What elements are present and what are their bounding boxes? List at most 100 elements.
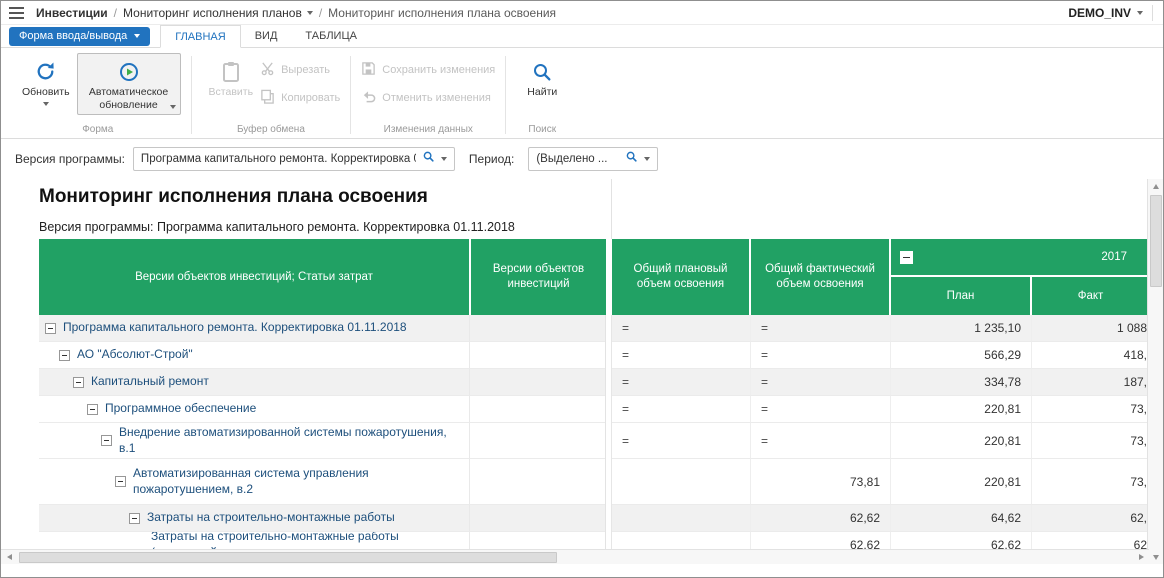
cell-version[interactable] <box>470 505 605 532</box>
row-label[interactable]: Автоматизированная система управления по… <box>133 466 461 497</box>
cell-fact-2017[interactable]: 418, <box>1032 342 1149 369</box>
ribbon-group-clipboard: Вставить Вырезать Копировать Буфер обмен… <box>192 50 351 138</box>
program-version-label: Версия программы: <box>15 152 125 166</box>
row-label[interactable]: Капитальный ремонт <box>91 374 209 390</box>
row-label[interactable]: АО "Абсолют-Строй" <box>77 347 193 363</box>
copy-button[interactable]: Копировать <box>260 89 340 107</box>
cell-fact-total[interactable]: 62,62 <box>751 532 891 549</box>
cell-fact-2017[interactable]: 187, <box>1032 369 1149 396</box>
tab-table[interactable]: ТАБЛИЦА <box>291 25 371 47</box>
row-label[interactable]: Внедрение автоматизированной системы пож… <box>119 425 461 456</box>
undo-changes-button[interactable]: Отменить изменения <box>361 89 495 107</box>
breadcrumb-item-investments[interactable]: Инвестиции <box>36 6 108 20</box>
row-label[interactable]: Затраты на строительно-монтажные работы … <box>151 532 461 549</box>
cut-button[interactable]: Вырезать <box>260 61 340 79</box>
pane-splitter[interactable] <box>611 179 612 239</box>
search-icon[interactable] <box>422 150 435 168</box>
cell-version[interactable] <box>470 342 605 369</box>
ribbon-group-search: Найти Поиск <box>506 50 578 138</box>
auto-refresh-icon <box>117 58 141 85</box>
horizontal-scrollbar[interactable] <box>1 549 1149 564</box>
cell-fact-total[interactable]: = <box>751 423 891 459</box>
auto-refresh-button[interactable]: Автоматическое обновление <box>77 53 181 115</box>
row-label[interactable]: Программа капитального ремонта. Корректи… <box>63 320 407 336</box>
refresh-button[interactable]: Обновить <box>15 53 77 109</box>
cell-fact-2017[interactable]: 73, <box>1032 459 1149 505</box>
tab-view[interactable]: ВИД <box>241 25 292 47</box>
save-changes-button[interactable]: Сохранить изменения <box>361 61 495 79</box>
cell-plan-total[interactable] <box>612 505 751 532</box>
period-combobox[interactable]: (Выделено ... <box>528 147 658 171</box>
cell-version[interactable] <box>470 396 605 423</box>
cell-plan-total[interactable]: = <box>612 396 751 423</box>
collapse-year-icon[interactable] <box>900 251 913 264</box>
cell-fact-total[interactable]: 62,62 <box>751 505 891 532</box>
cell-fact-total[interactable]: = <box>751 396 891 423</box>
cell-plan-2017[interactable]: 1 235,10 <box>891 315 1032 342</box>
cell-version[interactable] <box>470 369 605 396</box>
cell-plan-total[interactable] <box>612 532 751 549</box>
table-row: Затраты на строительно-монтажные работы … <box>39 505 1149 532</box>
report-area: Мониторинг исполнения плана освоения Вер… <box>1 179 1149 549</box>
row-expander-icon[interactable] <box>115 476 126 487</box>
cell-plan-2017[interactable]: 62,62 <box>891 532 1032 549</box>
hamburger-icon[interactable] <box>9 7 24 19</box>
row-expander-icon[interactable] <box>129 513 140 524</box>
row-label[interactable]: Программное обеспечение <box>105 401 256 417</box>
cell-fact-2017[interactable]: 73, <box>1032 396 1149 423</box>
cell-plan-2017[interactable]: 566,29 <box>891 342 1032 369</box>
cell-fact-total[interactable]: = <box>751 369 891 396</box>
row-expander-icon[interactable] <box>87 404 98 415</box>
cell-plan-2017[interactable]: 334,78 <box>891 369 1032 396</box>
chevron-down-icon[interactable] <box>644 157 650 161</box>
cell-plan-total[interactable]: = <box>612 342 751 369</box>
cell-plan-total[interactable]: = <box>612 369 751 396</box>
cell-fact-2017[interactable]: 62 <box>1032 532 1149 549</box>
tab-main[interactable]: ГЛАВНАЯ <box>160 25 240 48</box>
cell-plan-2017[interactable]: 220,81 <box>891 459 1032 505</box>
paste-button[interactable]: Вставить <box>202 53 261 102</box>
horizontal-scroll-thumb[interactable] <box>19 552 557 563</box>
io-form-button[interactable]: Форма ввода/вывода <box>9 27 150 46</box>
cell-fact-total[interactable]: = <box>751 315 891 342</box>
program-version-combobox[interactable]: Программа капитального ремонта. Корректи… <box>133 147 455 171</box>
cell-version[interactable] <box>470 532 605 549</box>
find-button[interactable]: Найти <box>516 53 568 102</box>
row-expander-icon[interactable] <box>45 323 56 334</box>
search-icon[interactable] <box>625 150 638 168</box>
scroll-left-icon[interactable] <box>1 550 17 564</box>
cell-plan-total[interactable] <box>612 459 751 505</box>
cell-plan-2017[interactable]: 64,62 <box>891 505 1032 532</box>
cell-fact-2017[interactable]: 62, <box>1032 505 1149 532</box>
user-menu[interactable]: DEMO_INV <box>1068 6 1143 20</box>
cell-fact-total[interactable]: 73,81 <box>751 459 891 505</box>
row-expander-icon[interactable] <box>73 377 84 388</box>
chevron-down-icon[interactable] <box>441 157 447 161</box>
chevron-down-icon <box>1137 11 1143 15</box>
cell-version[interactable] <box>470 423 605 459</box>
clipboard-icon <box>220 58 242 85</box>
cell-plan-total[interactable]: = <box>612 315 751 342</box>
cell-plan-2017[interactable]: 220,81 <box>891 423 1032 459</box>
cell-version[interactable] <box>470 315 605 342</box>
cell-version[interactable] <box>470 459 605 505</box>
row-expander-icon[interactable] <box>101 435 112 446</box>
row-label[interactable]: Затраты на строительно-монтажные работы <box>147 510 395 526</box>
breadcrumb-item-monitoring-plans[interactable]: Мониторинг исполнения планов <box>123 6 302 20</box>
topbar-divider <box>1152 5 1153 21</box>
cell-plan-total[interactable]: = <box>612 423 751 459</box>
scroll-right-icon[interactable] <box>1133 550 1149 564</box>
vertical-scroll-thumb[interactable] <box>1150 195 1162 287</box>
scroll-down-icon[interactable] <box>1148 550 1164 564</box>
cell-fact-2017[interactable]: 1 088 <box>1032 315 1149 342</box>
cut-button-label: Вырезать <box>281 64 330 76</box>
chevron-down-icon[interactable] <box>307 11 313 15</box>
vertical-scrollbar[interactable] <box>1147 179 1163 564</box>
ribbon-group-label-clipboard: Буфер обмена <box>192 124 351 135</box>
scroll-up-icon[interactable] <box>1148 179 1164 193</box>
row-expander-icon[interactable] <box>59 350 70 361</box>
cell-fact-2017[interactable]: 73, <box>1032 423 1149 459</box>
cell-fact-total[interactable]: = <box>751 342 891 369</box>
ribbon-group-data-changes: Сохранить изменения Отменить изменения И… <box>351 50 505 138</box>
cell-plan-2017[interactable]: 220,81 <box>891 396 1032 423</box>
